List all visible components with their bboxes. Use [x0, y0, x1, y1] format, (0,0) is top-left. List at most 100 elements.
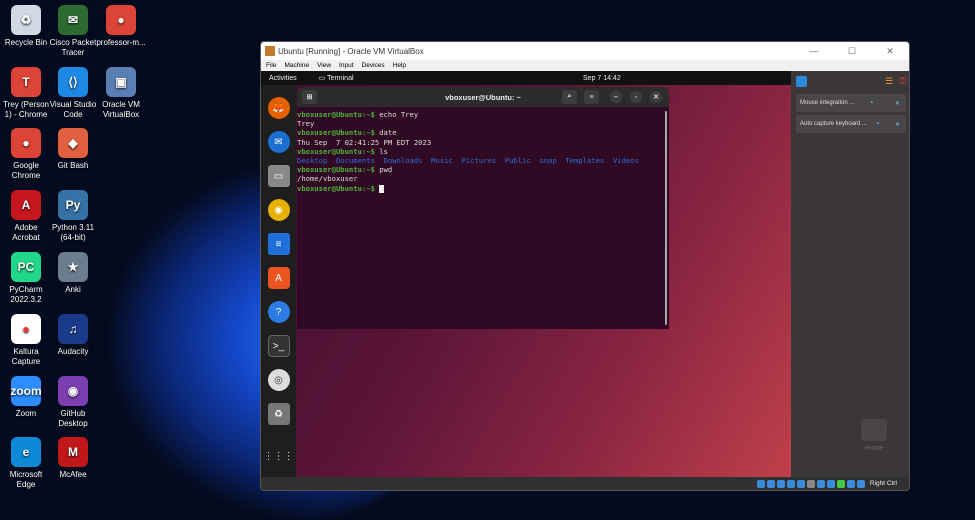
desktop-icon-label: McAfee [59, 470, 87, 479]
menu-view[interactable]: View [317, 62, 331, 69]
terminal-close-button[interactable]: ✕ [650, 91, 662, 103]
dismiss-icon[interactable]: ✕ [895, 100, 900, 107]
app-icon: ✉ [58, 5, 88, 35]
terminal-text: vboxuser@Ubuntu:~$ [297, 146, 380, 156]
terminal-maximize-button[interactable]: ▫ [630, 91, 642, 103]
terminal-minimize-button[interactable]: – [610, 91, 622, 103]
desktop-icon-label: Trey (Person 1) - Chrome [3, 100, 49, 119]
notification-auto-capture[interactable]: Auto capture keyboard ... ▪ ✕ [796, 115, 906, 133]
menu-help[interactable]: Help [393, 62, 406, 69]
app-name: Terminal [327, 75, 354, 82]
terminal-text: vboxuser@Ubuntu:~$ [297, 110, 380, 119]
desktop-icon[interactable]: ⟨⟩ Visual Studio Code [47, 67, 99, 120]
app-icon: ◆ [58, 128, 88, 158]
network-icon[interactable] [786, 479, 795, 488]
dismiss-icon[interactable]: ✕ [895, 121, 900, 128]
menu-input[interactable]: Input [339, 62, 353, 69]
files-icon[interactable]: ▭ [267, 165, 290, 187]
home-desktop-icon[interactable]: Home [861, 419, 887, 452]
writer-icon[interactable]: ≡ [267, 233, 290, 255]
terminal-text: /home/vboxuser [297, 174, 358, 184]
app-center-icon[interactable]: A [267, 267, 290, 289]
directory-entry: Public [504, 156, 531, 166]
minimize-button[interactable]: — [795, 46, 833, 57]
rhythmbox-icon[interactable]: ◉ [267, 199, 290, 221]
usb-icon[interactable] [796, 479, 805, 488]
terminal-text: vboxuser@Ubuntu:~$ [297, 128, 380, 138]
adjust-icon[interactable]: ☰ [885, 76, 893, 87]
desktop-icon[interactable]: Py Python 3.11 (64-bit) [47, 190, 99, 243]
keyboard-icon[interactable] [856, 479, 865, 488]
terminal-icon[interactable]: >_ [267, 335, 290, 357]
hamburger-menu-button[interactable]: ≡ [584, 90, 599, 104]
menu-devices[interactable]: Devices [362, 62, 385, 69]
recording-icon[interactable] [826, 479, 835, 488]
thunderbird-icon[interactable]: ✉ [267, 131, 290, 153]
virtualbox-window: Ubuntu [Running] - Oracle VM VirtualBox … [260, 41, 910, 491]
firefox-icon[interactable]: 🦊 [267, 97, 290, 119]
app-icon: zoom [10, 376, 42, 406]
info-icon[interactable]: ▪ [871, 100, 873, 106]
desktop-icon-label: Python 3.11 (64-bit) [51, 223, 95, 242]
mouse-integration-icon[interactable] [846, 479, 855, 488]
desktop-icon[interactable]: M McAfee [47, 437, 99, 480]
notification-center-icon[interactable] [796, 75, 807, 87]
close-button[interactable]: ✕ [871, 46, 909, 57]
vm-screen[interactable]: Activities ▭ Terminal Sep 7 14:42 🦊 ✉ ▭ … [261, 71, 791, 479]
desktop-icon[interactable]: zoom Zoom [0, 376, 52, 419]
new-tab-button[interactable]: ⊞ [302, 90, 317, 104]
desktop-icon-label: Anki [65, 285, 81, 294]
desktop-icon-label: Microsoft Edge [9, 470, 43, 489]
desktop-icon-label: GitHub Desktop [58, 409, 88, 428]
clock[interactable]: Sep 7 14:42 [583, 75, 621, 82]
terminal-app-menu[interactable]: ▭ Terminal [319, 74, 354, 82]
help-icon[interactable]: ? [267, 301, 290, 323]
terminal-window[interactable]: ⊞ vboxuser@Ubuntu: ~ ⌕ ≡ – ▫ ✕ vboxuser@… [297, 87, 669, 329]
menu-machine[interactable]: Machine [284, 62, 309, 69]
terminal-scrollbar[interactable] [665, 111, 667, 325]
directory-entry: Videos [612, 156, 639, 166]
desktop-icon[interactable]: ● professor-m... [95, 5, 147, 48]
lock-icon[interactable]: ⚿ [899, 76, 906, 87]
directory-entry: Desktop [297, 156, 328, 166]
desktop-icon[interactable]: e Microsoft Edge [0, 437, 52, 490]
desktop-icon[interactable]: ● Kaltura Capture [0, 314, 52, 367]
hard-disk-icon[interactable] [756, 479, 765, 488]
activities-button[interactable]: Activities [269, 75, 297, 82]
disc-icon[interactable]: ◎ [267, 369, 290, 391]
desktop-icon[interactable]: PC PyCharm 2022.3.2 [0, 252, 52, 305]
app-icon: ● [11, 314, 41, 344]
info-icon[interactable]: ▪ [877, 121, 879, 127]
directory-entry: Music [431, 156, 453, 166]
directory-entry: Templates [565, 156, 605, 166]
app-icon: ⟨⟩ [58, 67, 88, 97]
terminal-output[interactable]: vboxuser@Ubuntu:~$ echo Trey Trey vboxus… [297, 107, 669, 193]
show-apps-icon[interactable]: ⋮⋮⋮ [264, 445, 294, 467]
display-icon[interactable] [816, 479, 825, 488]
maximize-button[interactable]: ☐ [833, 46, 871, 57]
desktop-icon[interactable]: ◆ Git Bash [47, 128, 99, 171]
title-bar: Ubuntu [Running] - Oracle VM VirtualBox … [261, 42, 909, 60]
desktop-icon[interactable]: A Adobe Acrobat [0, 190, 52, 243]
desktop-icon[interactable]: T Trey (Person 1) - Chrome [0, 67, 52, 120]
menu-file[interactable]: File [266, 62, 276, 69]
app-icon: T [11, 67, 41, 97]
cpu-icon[interactable] [836, 479, 845, 488]
desktop-icon[interactable]: ● Google Chrome [0, 128, 52, 181]
notification-panel: ☰ ⚿ Mouse integration ... ▪ ✕ Auto capture… [791, 71, 909, 479]
desktop-icon-label: Recycle Bin [4, 38, 48, 47]
optical-drive-icon[interactable] [766, 479, 775, 488]
trash-icon[interactable]: ♻ [267, 403, 290, 425]
notification-mouse-integration[interactable]: Mouse integration ... ▪ ✕ [796, 94, 906, 112]
desktop-icon[interactable]: ♻ Recycle Bin [0, 5, 52, 48]
desktop-icon-label: Git Bash [57, 161, 89, 170]
app-icon: M [58, 437, 88, 467]
shared-folders-icon[interactable] [806, 479, 815, 488]
desktop-icon[interactable]: ▣ Oracle VM VirtualBox [95, 67, 147, 120]
desktop-icon[interactable]: ♫ Audacity [47, 314, 99, 357]
desktop-icon[interactable]: ✉ Cisco Packet Tracer [47, 5, 99, 58]
search-button[interactable]: ⌕ [562, 90, 577, 104]
desktop-icon[interactable]: ◉ GitHub Desktop [47, 376, 99, 429]
audio-icon[interactable] [776, 479, 785, 488]
desktop-icon[interactable]: ★ Anki [47, 252, 99, 295]
